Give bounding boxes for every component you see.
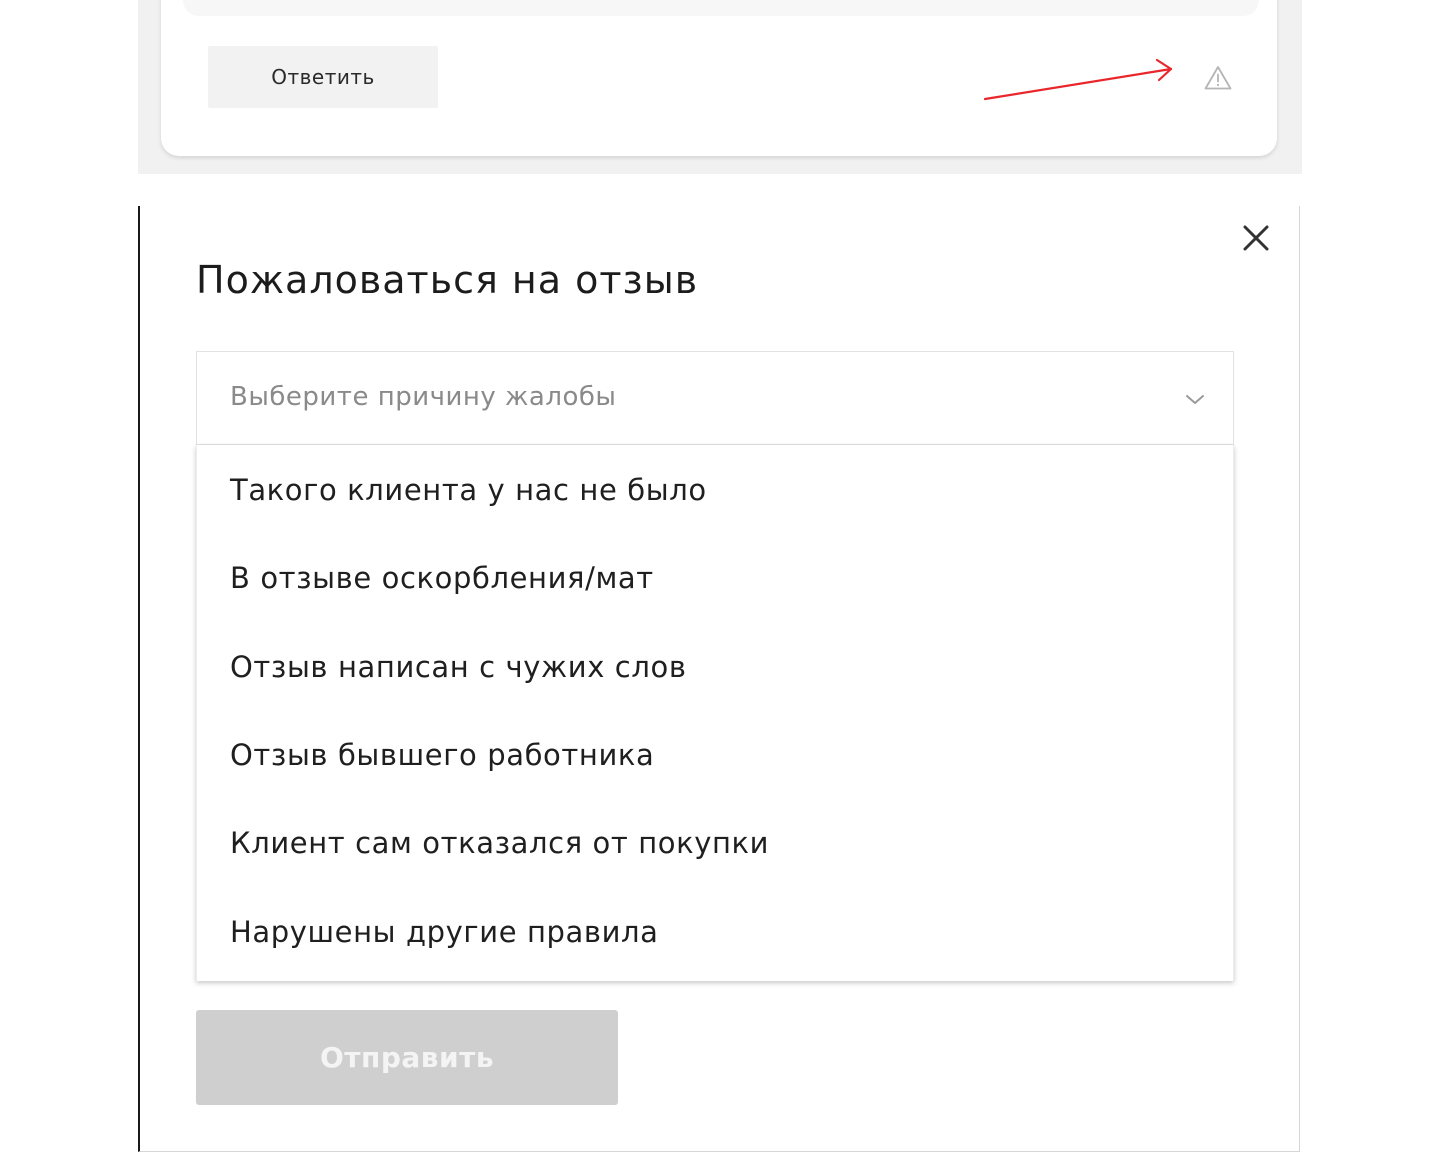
close-icon[interactable] — [1238, 220, 1274, 256]
option-no-such-client[interactable]: Такого клиента у нас не было — [197, 446, 1233, 534]
option-client-cancelled[interactable]: Клиент сам отказался от покупки — [197, 799, 1233, 887]
chevron-down-icon — [1186, 395, 1204, 404]
complaint-reason-select[interactable]: Выберите причину жалобы — [196, 351, 1234, 445]
submit-button[interactable]: Отправить — [196, 1010, 618, 1105]
review-text-area — [183, 0, 1259, 16]
modal-title: Пожаловаться на отзыв — [196, 258, 699, 302]
option-other-rules[interactable]: Нарушены другие правила — [197, 887, 1233, 975]
option-former-employee[interactable]: Отзыв бывшего работника — [197, 711, 1233, 799]
select-placeholder: Выберите причину жалобы — [230, 382, 617, 412]
annotation-arrow-icon — [983, 58, 1173, 101]
review-card: Ответить — [161, 0, 1277, 156]
complaint-modal: Пожаловаться на отзыв Выберите причину ж… — [138, 206, 1300, 1152]
complaint-reason-dropdown: Такого клиента у нас не было В отзыве ос… — [196, 445, 1234, 981]
reply-button[interactable]: Ответить — [208, 46, 438, 108]
option-insults[interactable]: В отзыве оскорбления/мат — [197, 534, 1233, 622]
option-hearsay[interactable]: Отзыв написан с чужих слов — [197, 623, 1233, 711]
review-section: Ответить — [138, 0, 1302, 174]
warning-triangle-icon[interactable] — [1203, 64, 1233, 92]
